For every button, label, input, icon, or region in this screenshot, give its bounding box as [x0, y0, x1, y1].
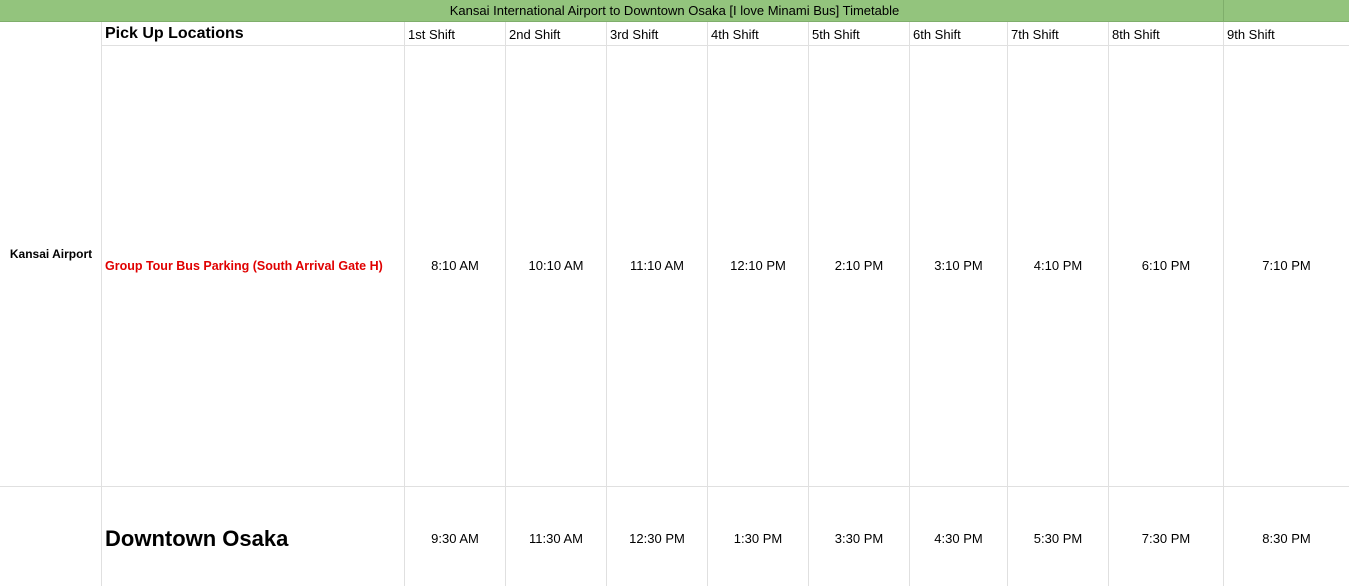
arrival-time: 9:30 AM [431, 531, 479, 546]
shift-header: 6th Shift [913, 27, 961, 42]
shift-header: 4th Shift [711, 27, 759, 42]
arrival-time: 1:30 PM [733, 531, 783, 546]
departure-time: 12:10 PM [730, 258, 786, 273]
arrival-time: 12:30 PM [629, 531, 685, 546]
arrival-time: 4:30 PM [934, 531, 983, 546]
grid-line-horizontal [0, 486, 1349, 487]
shift-header: 1st Shift [408, 27, 455, 42]
shift-header: 3rd Shift [610, 27, 659, 42]
arrival-time: 8:30 PM [1262, 531, 1311, 546]
banner-divider [1223, 0, 1224, 22]
departure-time: 6:10 PM [1141, 258, 1191, 273]
arrival-time: 3:30 PM [834, 531, 884, 546]
grid-line-vertical [101, 22, 102, 586]
timetable-sheet: Kansai International Airport to Downtown… [0, 0, 1349, 586]
shift-header: 5th Shift [812, 27, 860, 42]
shift-header: 2nd Shift [509, 27, 561, 42]
shift-header: 7th Shift [1011, 27, 1059, 42]
departure-time: 7:10 PM [1262, 258, 1311, 273]
origin-label: Kansai Airport [9, 247, 93, 261]
grid-line-vertical [505, 22, 506, 586]
departure-time: 8:10 AM [431, 258, 479, 273]
grid-line-vertical [606, 22, 607, 586]
departure-time: 4:10 PM [1033, 258, 1083, 273]
destination-label: Downtown Osaka [105, 526, 289, 551]
arrival-time: 11:30 AM [529, 531, 583, 546]
grid-line-vertical [1223, 22, 1224, 586]
grid-line-vertical [707, 22, 708, 586]
grid-line-vertical [808, 22, 809, 586]
grid-line-vertical [404, 22, 405, 586]
grid-line-vertical [909, 22, 910, 586]
pickup-location: Group Tour Bus Parking (South Arrival Ga… [105, 259, 383, 273]
arrival-time: 5:30 PM [1033, 531, 1083, 546]
shift-header: 9th Shift [1227, 27, 1275, 42]
grid-line-horizontal [101, 45, 1349, 46]
grid-line-vertical [1108, 22, 1109, 586]
departure-time: 10:10 AM [528, 258, 584, 273]
arrival-time: 7:30 PM [1141, 531, 1191, 546]
grid-line-vertical [1007, 22, 1008, 586]
timetable-title-text: Kansai International Airport to Downtown… [449, 3, 900, 18]
departure-time: 3:10 PM [934, 258, 983, 273]
departure-time: 11:10 AM [630, 258, 684, 273]
timetable-title: Kansai International Airport to Downtown… [0, 0, 1349, 22]
shift-header: 8th Shift [1112, 27, 1160, 42]
departure-time: 2:10 PM [834, 258, 884, 273]
pickup-locations-header: Pick Up Locations [105, 25, 244, 42]
